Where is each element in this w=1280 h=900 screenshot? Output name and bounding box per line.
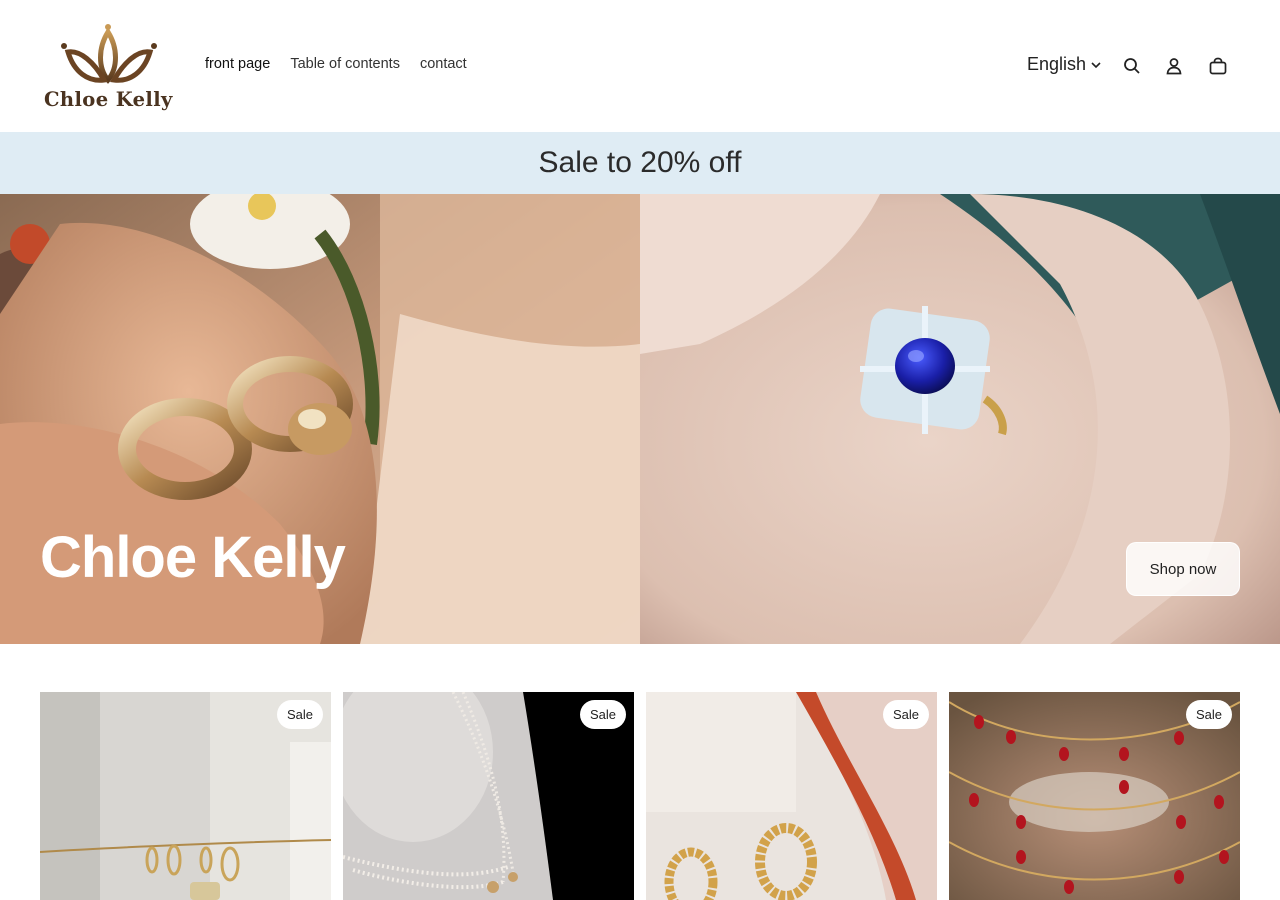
sale-badge: Sale bbox=[277, 700, 323, 729]
language-label: English bbox=[1027, 54, 1087, 74]
product-card[interactable]: Sale bbox=[646, 692, 937, 900]
search-icon bbox=[1124, 58, 1140, 74]
language-selector[interactable]: English bbox=[1027, 54, 1102, 75]
product-card[interactable]: Sale bbox=[343, 692, 634, 900]
sale-badge: Sale bbox=[883, 700, 929, 729]
product-grid: Sale Sale Sale Sale bbox=[40, 692, 1240, 900]
nav-item-table-of-contents[interactable]: Table of contents bbox=[290, 56, 400, 72]
main-nav: front page Table of contents contact bbox=[205, 56, 467, 72]
account-icon bbox=[1166, 58, 1182, 75]
crown-logo-icon bbox=[61, 24, 157, 84]
hero-image-sapphire-ring: Shop now bbox=[640, 194, 1280, 644]
announcement-text: Sale to 20% off bbox=[538, 146, 742, 179]
product-card[interactable]: Sale bbox=[949, 692, 1240, 900]
search-button[interactable] bbox=[1120, 54, 1144, 78]
announcement-bar: Sale to 20% off bbox=[0, 132, 1280, 194]
site-header: Chloe Kelly front page Table of contents… bbox=[0, 0, 1280, 132]
sale-badge: Sale bbox=[580, 700, 626, 729]
account-button[interactable] bbox=[1162, 54, 1186, 78]
brand-logo[interactable]: Chloe Kelly bbox=[40, 22, 180, 116]
hero-title: Chloe Kelly bbox=[40, 525, 346, 590]
hero-banner: Chloe Kelly Shop now bbox=[0, 194, 1280, 644]
cart-button[interactable] bbox=[1206, 54, 1230, 78]
nav-item-contact[interactable]: contact bbox=[420, 56, 467, 72]
nav-item-front-page[interactable]: front page bbox=[205, 56, 270, 72]
hero-image-rings: Chloe Kelly bbox=[0, 194, 640, 644]
sale-badge: Sale bbox=[1186, 700, 1232, 729]
cart-icon bbox=[1209, 57, 1227, 75]
shop-now-button[interactable]: Shop now bbox=[1126, 542, 1240, 596]
product-card[interactable]: Sale bbox=[40, 692, 331, 900]
brand-name: Chloe Kelly bbox=[44, 88, 173, 111]
chevron-down-icon bbox=[1091, 61, 1101, 68]
